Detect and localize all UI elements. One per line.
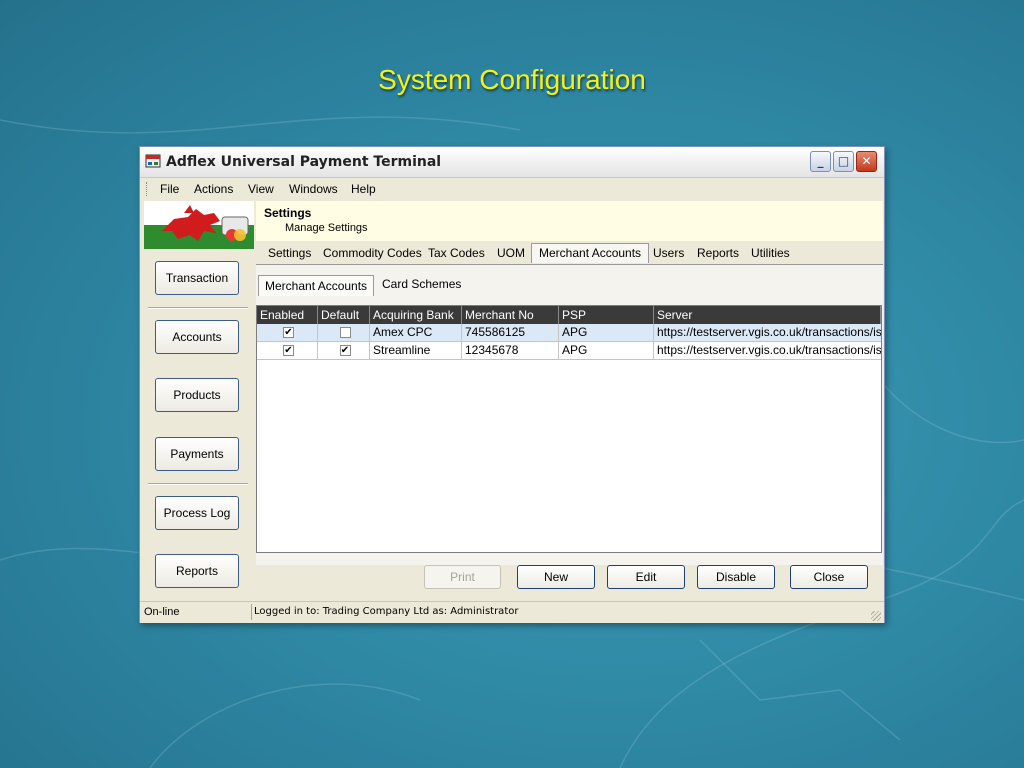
- accounts-button[interactable]: Accounts: [155, 320, 239, 354]
- subtab-card-schemes[interactable]: Card Schemes: [382, 277, 461, 291]
- menu-help[interactable]: Help: [351, 182, 376, 196]
- connection-status: On-line: [144, 606, 180, 618]
- sidebar-divider: [148, 307, 248, 309]
- payments-button[interactable]: Payments: [155, 437, 239, 471]
- table-row-cell[interactable]: Streamline: [370, 342, 462, 360]
- column-header-psp[interactable]: PSP: [559, 306, 654, 324]
- tab-uom[interactable]: UOM: [497, 246, 525, 260]
- sidebar: Transaction Accounts Products Payments P…: [141, 200, 254, 600]
- column-header-enabled[interactable]: Enabled: [257, 306, 318, 324]
- table-row-cell[interactable]: 12345678: [462, 342, 559, 360]
- window-titlebar[interactable]: Adflex Universal Payment Terminal _ □ ✕: [140, 147, 884, 178]
- table-row-cell[interactable]: APG: [559, 324, 654, 342]
- table-row-cell[interactable]: [318, 324, 370, 342]
- tab-commodity-codes[interactable]: Commodity Codes: [323, 246, 422, 260]
- tab-users[interactable]: Users: [653, 246, 684, 260]
- status-bar: On-line Logged in to: Trading Company Lt…: [140, 601, 884, 623]
- reports-button[interactable]: Reports: [155, 554, 239, 588]
- tab-tax-codes[interactable]: Tax Codes: [428, 246, 485, 260]
- products-button[interactable]: Products: [155, 378, 239, 412]
- maximize-button[interactable]: □: [833, 151, 854, 172]
- login-status: Logged in to: Trading Company Ltd as: Ad…: [254, 606, 519, 617]
- settings-tabs: Settings Commodity Codes Tax Codes UOM M…: [256, 242, 883, 264]
- menu-actions[interactable]: Actions: [194, 182, 233, 196]
- status-divider: [251, 604, 252, 620]
- table-row-cell[interactable]: https://testserver.vgis.co.uk/transactio…: [654, 342, 881, 360]
- menu-bar: File Actions View Windows Help: [140, 178, 884, 200]
- merchant-accounts-grid: Enabled Default Acquiring Bank Merchant …: [256, 305, 882, 553]
- disable-button[interactable]: Disable: [697, 565, 775, 589]
- menu-file[interactable]: File: [160, 182, 179, 196]
- process-log-button[interactable]: Process Log: [155, 496, 239, 530]
- window-title: Adflex Universal Payment Terminal: [166, 154, 442, 170]
- tab-utilities[interactable]: Utilities: [751, 246, 790, 260]
- slide-title: System Configuration: [378, 64, 646, 95]
- minimize-button[interactable]: _: [810, 151, 831, 172]
- enabled-checkbox[interactable]: ✔: [283, 345, 294, 356]
- close-button[interactable]: Close: [790, 565, 868, 589]
- default-checkbox[interactable]: ✔: [339, 345, 351, 356]
- column-header-default[interactable]: Default: [318, 306, 370, 324]
- default-checkbox[interactable]: [339, 327, 351, 338]
- table-row-cell[interactable]: ✔: [257, 342, 318, 360]
- enabled-checkbox[interactable]: ✔: [283, 327, 294, 338]
- menu-view[interactable]: View: [248, 182, 274, 196]
- print-button[interactable]: Print: [424, 565, 501, 589]
- subtab-merchant-accounts[interactable]: Merchant Accounts: [258, 275, 375, 296]
- app-icon: [145, 154, 161, 168]
- sidebar-divider: [148, 483, 248, 485]
- table-row-cell[interactable]: ✔: [318, 342, 370, 360]
- table-row-cell[interactable]: 745586125: [462, 324, 559, 342]
- welsh-dragon-logo: [144, 201, 254, 249]
- table-row-cell[interactable]: https://testserver.vgis.co.uk/transactio…: [654, 324, 881, 342]
- menu-grip: [146, 182, 149, 196]
- header-subtitle: Manage Settings: [285, 222, 368, 234]
- tab-merchant-accounts[interactable]: Merchant Accounts: [531, 243, 650, 263]
- table-row-cell[interactable]: APG: [559, 342, 654, 360]
- resize-grip-icon[interactable]: [871, 611, 881, 621]
- menu-windows[interactable]: Windows: [289, 182, 338, 196]
- tab-reports[interactable]: Reports: [697, 246, 739, 260]
- column-header-merchant-no[interactable]: Merchant No: [462, 306, 559, 324]
- table-row-cell[interactable]: Amex CPC: [370, 324, 462, 342]
- settings-header: Settings Manage Settings: [256, 201, 883, 241]
- tab-settings[interactable]: Settings: [268, 246, 311, 260]
- column-header-acquiring-bank[interactable]: Acquiring Bank: [370, 306, 462, 324]
- column-header-server[interactable]: Server: [654, 306, 881, 324]
- edit-button[interactable]: Edit: [607, 565, 685, 589]
- close-window-button[interactable]: ✕: [856, 151, 877, 172]
- new-button[interactable]: New: [517, 565, 595, 589]
- header-title: Settings: [264, 206, 312, 220]
- transaction-button[interactable]: Transaction: [155, 261, 239, 295]
- app-window: Adflex Universal Payment Terminal _ □ ✕ …: [139, 146, 885, 623]
- table-row-cell[interactable]: ✔: [257, 324, 318, 342]
